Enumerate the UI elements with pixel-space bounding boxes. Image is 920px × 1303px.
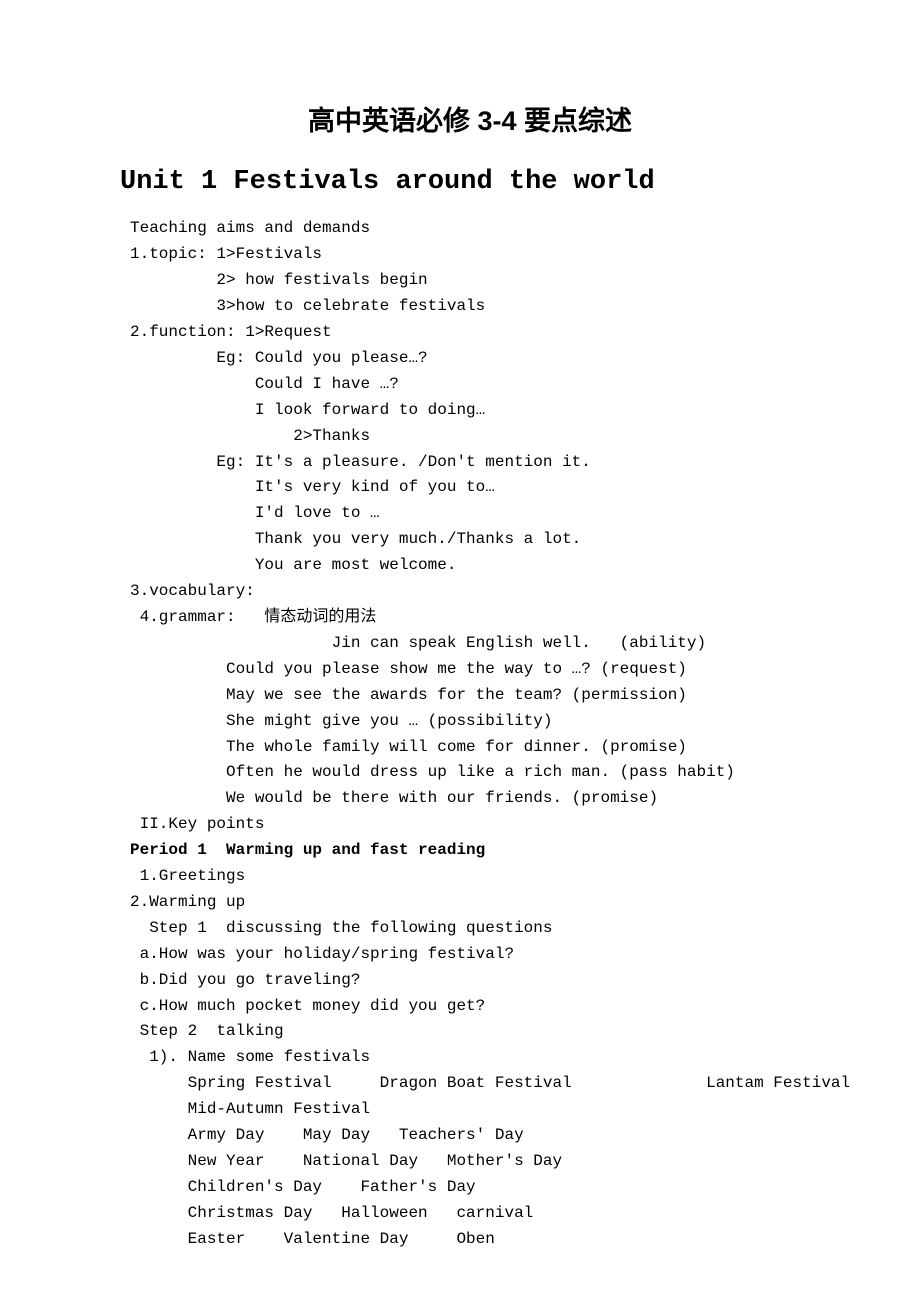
text-line: 2> how festivals begin [130, 268, 810, 294]
text-line: 2.Warming up [130, 890, 810, 916]
text-line: Army Day May Day Teachers' Day [130, 1123, 810, 1149]
text-line: The whole family will come for dinner. (… [130, 735, 810, 761]
text-line: 3>how to celebrate festivals [130, 294, 810, 320]
text-line: You are most welcome. [130, 553, 810, 579]
text-line: Eg: It's a pleasure. /Don't mention it. [130, 450, 810, 476]
text-line: Eg: Could you please…? [130, 346, 810, 372]
text-line: We would be there with our friends. (pro… [130, 786, 810, 812]
text-line: a.How was your holiday/spring festival? [130, 942, 810, 968]
text-line: b.Did you go traveling? [130, 968, 810, 994]
text-line: 3.vocabulary: [130, 579, 810, 605]
text-line: 2.function: 1>Request [130, 320, 810, 346]
document-page: 高中英语必修 3-4 要点综述 Unit 1 Festivals around … [0, 0, 920, 1303]
text-line: 2>Thanks [130, 424, 810, 450]
text-line: Step 2 talking [130, 1019, 810, 1045]
text-line: Jin can speak English well. (ability) [130, 631, 810, 657]
text-line: May we see the awards for the team? (per… [130, 683, 810, 709]
text-line: Often he would dress up like a rich man.… [130, 760, 810, 786]
text-line: New Year National Day Mother's Day [130, 1149, 810, 1175]
period-heading: Period 1 Warming up and fast reading [130, 838, 810, 864]
text-line: She might give you … (possibility) [130, 709, 810, 735]
text-line: Spring Festival Dragon Boat Festival Lan… [130, 1071, 810, 1097]
text-line: II.Key points [130, 812, 810, 838]
text-line: c.How much pocket money did you get? [130, 994, 810, 1020]
text-line: Could I have …? [130, 372, 810, 398]
text-line: 1.topic: 1>Festivals [130, 242, 810, 268]
text-line: 1.Greetings [130, 864, 810, 890]
text-line: Easter Valentine Day Oben [130, 1227, 810, 1253]
text-line: Children's Day Father's Day [130, 1175, 810, 1201]
text-line: Step 1 discussing the following question… [130, 916, 810, 942]
text-line: I look forward to doing… [130, 398, 810, 424]
text-line: Mid-Autumn Festival [130, 1097, 810, 1123]
text-line: 1). Name some festivals [130, 1045, 810, 1071]
unit-title: Unit 1 Festivals around the world [120, 161, 810, 204]
text-line: Christmas Day Halloween carnival [130, 1201, 810, 1227]
text-line: 4.grammar: 情态动词的用法 [130, 605, 810, 631]
text-line: I'd love to … [130, 501, 810, 527]
text-line: Could you please show me the way to …? (… [130, 657, 810, 683]
text-line: Thank you very much./Thanks a lot. [130, 527, 810, 553]
text-line: It's very kind of you to… [130, 475, 810, 501]
text-line: Teaching aims and demands [130, 216, 810, 242]
main-title: 高中英语必修 3-4 要点综述 [130, 100, 810, 143]
